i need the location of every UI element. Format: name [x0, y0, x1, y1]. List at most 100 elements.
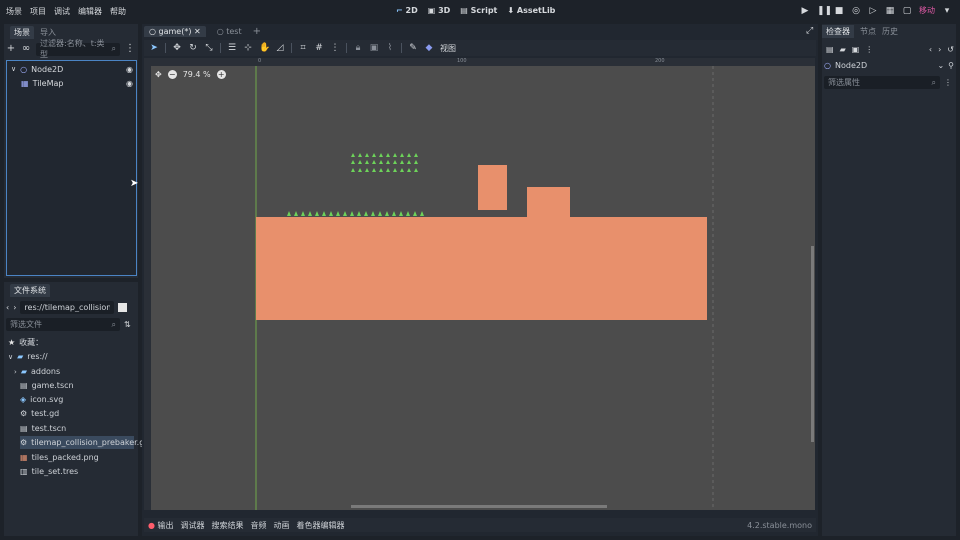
skeleton-icon[interactable]: ⌇	[385, 43, 395, 53]
close-icon[interactable]: ✕	[194, 27, 201, 36]
back-icon[interactable]: ‹	[929, 45, 932, 54]
kebab-menu-icon[interactable]: ⋮	[865, 45, 873, 54]
view-menu[interactable]: 视图	[440, 43, 456, 54]
zoom-level[interactable]: 79.4 %	[183, 70, 211, 79]
chevron-down-icon[interactable]: ⌄	[937, 61, 944, 70]
tab-scene[interactable]: 场景	[10, 25, 34, 39]
list-item[interactable]: ▤ test.tscn	[20, 422, 134, 435]
tab-import[interactable]: 导入	[40, 27, 56, 38]
tab-game[interactable]: ○ game(*) ✕	[144, 25, 206, 37]
grid-snap-icon[interactable]: #	[314, 43, 324, 53]
mode-2d-button[interactable]: ⌐ 2D	[396, 6, 418, 15]
tab-debugger[interactable]: 调试器	[181, 520, 205, 531]
file-name: tile_set.tres	[31, 467, 79, 476]
tree-node-tilemap[interactable]: ▦ TileMap ◉	[21, 77, 135, 89]
tree-node-node2d[interactable]: ∨ ○ Node2D ◉	[11, 63, 135, 75]
play-icon[interactable]: ▶	[800, 6, 810, 16]
mode-assetlib-button[interactable]: ⬇ AssetLib	[507, 6, 555, 15]
pan-icon[interactable]: ✥	[155, 70, 162, 79]
chevron-down-icon[interactable]: ▾	[942, 6, 952, 16]
file-filter-input[interactable]: 筛选文件 ⌕	[6, 318, 120, 331]
tab-node[interactable]: 节点	[860, 26, 876, 37]
zoom-out-button[interactable]: −	[167, 70, 177, 79]
tab-history[interactable]: 历史	[882, 26, 898, 37]
particles-icon[interactable]: ◆	[424, 43, 434, 53]
forward-icon[interactable]: ›	[938, 45, 941, 54]
collapse-arrow-icon[interactable]: ∨	[11, 65, 16, 73]
list-select-icon[interactable]: ☰	[227, 43, 237, 53]
save-icon[interactable]: ▣	[852, 45, 860, 54]
new-resource-icon[interactable]: ▤	[826, 45, 834, 54]
visibility-eye-icon[interactable]: ◉	[126, 65, 133, 74]
menu-project[interactable]: 项目	[30, 6, 46, 17]
back-icon[interactable]: ‹	[6, 303, 9, 312]
menu-help[interactable]: 帮助	[110, 6, 126, 17]
tab-output[interactable]: ● 输出	[148, 520, 174, 531]
remote-debug-icon[interactable]: ◎	[851, 6, 861, 16]
tab-animation[interactable]: 动画	[274, 520, 290, 531]
sort-icon[interactable]: ⇅	[124, 320, 131, 329]
tab-inspector[interactable]: 检查器	[822, 24, 854, 38]
mode-3d-button[interactable]: ▣ 3D	[428, 6, 451, 15]
lock-icon[interactable]: 🔒︎	[353, 43, 363, 53]
bone-icon[interactable]: ✎	[408, 43, 418, 53]
favorites-item[interactable]: ★ 收藏：	[8, 336, 134, 349]
play-scene-icon[interactable]: ▷	[868, 6, 878, 16]
scene-filter-input[interactable]: 过滤器:名称、t:类型 ⌕	[36, 39, 120, 59]
list-item[interactable]: ∨ ▰ res://	[8, 350, 134, 363]
tab-shader-editor[interactable]: 着色器编辑器	[297, 520, 345, 531]
tab-test[interactable]: ○ test	[212, 26, 247, 37]
move-tool-icon[interactable]: ✥	[172, 43, 182, 53]
mode-script-button[interactable]: ▤ Script	[460, 6, 497, 15]
tab-audio[interactable]: 音频	[251, 520, 267, 531]
play-custom-icon[interactable]: ▢	[902, 6, 912, 16]
list-item[interactable]: ▦ tiles_packed.png	[20, 451, 134, 464]
node-name: TileMap	[32, 78, 64, 88]
more-snap-icon[interactable]: ⋮	[330, 43, 340, 53]
pivot-tool-icon[interactable]: ⊹	[243, 43, 253, 53]
split-view-icon[interactable]	[118, 302, 128, 312]
render-mode-label[interactable]: 移动	[919, 5, 935, 16]
tab-search-results[interactable]: 搜索结果	[212, 520, 244, 531]
rotate-tool-icon[interactable]: ↻	[188, 43, 198, 53]
link-icon[interactable]: ∞	[21, 44, 31, 54]
inspected-node-name[interactable]: Node2D	[835, 61, 867, 70]
list-item[interactable]: ▥ tile_set.tres	[20, 465, 134, 478]
kebab-menu-icon[interactable]: ⋮	[125, 44, 135, 54]
list-item[interactable]: ⚙ test.gd	[20, 407, 134, 420]
zoom-in-button[interactable]: +	[216, 70, 226, 79]
history-icon[interactable]: ↺	[947, 45, 954, 54]
list-item[interactable]: › ▰ addons	[14, 365, 134, 378]
visibility-eye-icon[interactable]: ◉	[126, 79, 133, 88]
group-icon[interactable]: ▣	[369, 43, 379, 53]
pan-tool-icon[interactable]: ✋	[259, 43, 270, 53]
path-input[interactable]: res://tilemap_collision_preb	[20, 300, 115, 314]
step-block	[527, 187, 570, 217]
object-properties-icon[interactable]: ⚲	[948, 61, 954, 70]
list-item[interactable]: ◈ icon.svg	[20, 393, 134, 406]
tab-filesystem[interactable]: 文件系统	[10, 283, 50, 297]
file-name: game.tscn	[31, 381, 74, 390]
distraction-free-icon[interactable]: ⤢	[806, 26, 813, 36]
menu-debug[interactable]: 调试	[54, 6, 70, 17]
movie-icon[interactable]: ▦	[885, 6, 895, 16]
open-folder-icon[interactable]: ▰	[840, 45, 846, 54]
menu-editor[interactable]: 编辑器	[78, 6, 102, 17]
property-filter-input[interactable]: 筛选属性 ⌕	[824, 76, 940, 89]
kebab-menu-icon[interactable]: ⋮	[944, 78, 952, 87]
scale-tool-icon[interactable]: ⤡	[204, 43, 214, 53]
menu-scene[interactable]: 场景	[6, 6, 22, 17]
forward-icon[interactable]: ›	[13, 303, 16, 312]
select-tool-icon[interactable]: ➤	[149, 43, 159, 53]
expand-arrow-icon[interactable]: ›	[14, 368, 17, 376]
scene-canvas[interactable]	[151, 66, 815, 510]
pause-icon[interactable]: ❚❚	[817, 6, 832, 16]
stop-icon[interactable]: ■	[834, 6, 844, 16]
add-node-icon[interactable]: +	[6, 44, 16, 54]
list-item[interactable]: ▤ game.tscn	[20, 379, 134, 392]
collapse-arrow-icon[interactable]: ∨	[8, 353, 13, 361]
list-item-selected[interactable]: ⚙ tilemap_collision_prebaker.gd	[20, 436, 149, 449]
add-tab-icon[interactable]: +	[253, 26, 261, 37]
smart-snap-icon[interactable]: ⌗	[298, 43, 308, 53]
ruler-tool-icon[interactable]: ◿	[275, 43, 285, 53]
